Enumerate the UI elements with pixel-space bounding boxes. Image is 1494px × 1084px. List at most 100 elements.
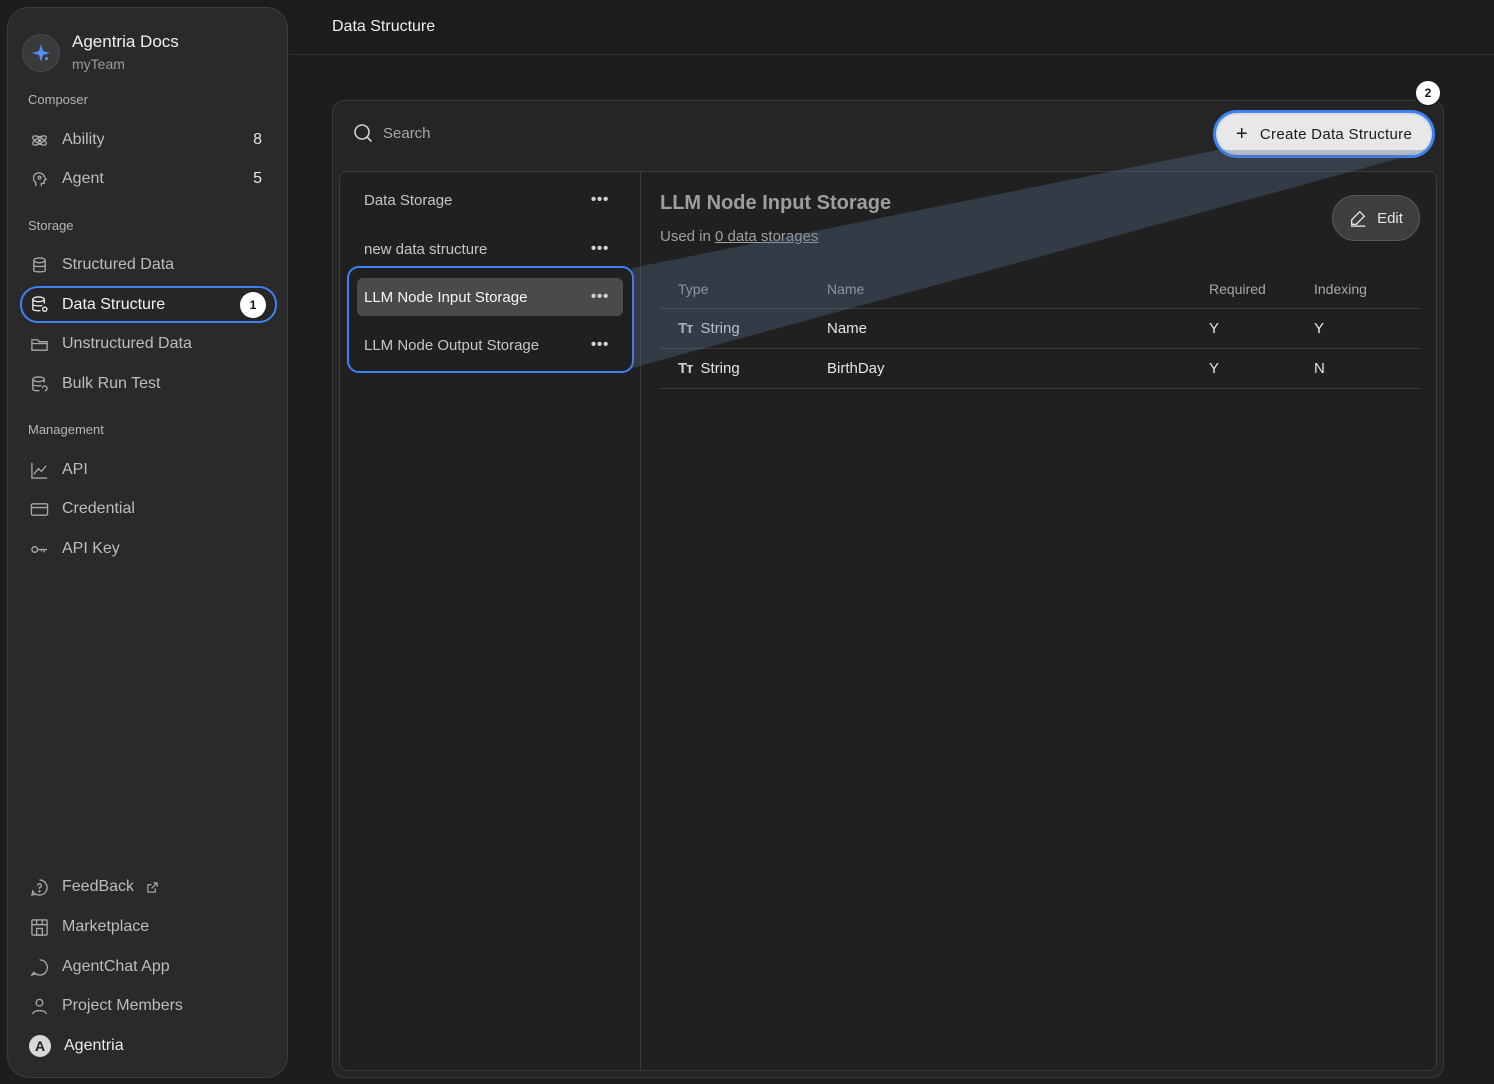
- list-item-label: LLM Node Input Storage: [364, 288, 528, 306]
- sidebar-item-data-structure[interactable]: Data Structure 1: [20, 286, 277, 323]
- sidebar-item-credential[interactable]: Credential: [20, 491, 276, 527]
- sidebar-item-label: Agent: [62, 170, 104, 187]
- used-in-text: Used in 0 data storages: [660, 228, 818, 245]
- search-bar[interactable]: [353, 123, 683, 143]
- table-row[interactable]: Tт String Name Y Y: [660, 308, 1420, 349]
- header: Data Structure: [290, 0, 1494, 55]
- external-link-icon: [146, 881, 159, 894]
- step-badge-2: 2: [1414, 79, 1442, 107]
- create-data-structure-button[interactable]: + Create Data Structure: [1213, 110, 1435, 158]
- more-options-icon[interactable]: •••: [591, 240, 609, 258]
- main-panel: + Create Data Structure 2 Data Storage •…: [332, 79, 1444, 1078]
- sidebar-item-api[interactable]: API: [20, 452, 276, 488]
- sidebar-item-agentchat-app[interactable]: AgentChat App: [20, 949, 276, 985]
- edit-button[interactable]: Edit: [1332, 195, 1420, 241]
- database-gear-icon: [29, 295, 49, 315]
- search-input[interactable]: [383, 124, 683, 142]
- structure-list: Data Storage ••• new data structure ••• …: [340, 172, 641, 1070]
- user-icon: [29, 996, 49, 1016]
- folder-icon: [29, 334, 49, 354]
- list-item-llm-node-input-storage[interactable]: LLM Node Input Storage •••: [357, 278, 623, 316]
- brand-title: Agentria Docs: [72, 32, 179, 51]
- sidebar-item-unstructured-data[interactable]: Unstructured Data: [20, 326, 276, 362]
- avatar: A: [29, 1035, 51, 1057]
- used-in-prefix: Used in: [660, 228, 716, 245]
- more-options-icon[interactable]: •••: [591, 191, 609, 209]
- field-required: Y: [1209, 308, 1314, 349]
- list-item-llm-node-output-storage[interactable]: LLM Node Output Storage •••: [357, 326, 623, 364]
- database-refresh-icon: [29, 374, 49, 394]
- chart-line-icon: [29, 460, 49, 480]
- sparkle-logo-icon: [22, 33, 60, 72]
- brand-team: myTeam: [72, 56, 125, 72]
- ability-icon: [29, 130, 49, 150]
- sidebar-item-ability[interactable]: Ability 8: [20, 122, 276, 158]
- help-circle-icon: [29, 877, 49, 897]
- pencil-icon: [1350, 210, 1366, 227]
- section-composer: Composer: [28, 92, 88, 107]
- list-item-label: Data Storage: [364, 191, 453, 209]
- edit-label: Edit: [1377, 209, 1403, 227]
- list-item-label: LLM Node Output Storage: [364, 336, 540, 354]
- data-storages-link[interactable]: 0 data storages: [715, 228, 818, 245]
- ability-count: 8: [253, 131, 262, 148]
- list-item-new-data-structure[interactable]: new data structure •••: [357, 230, 623, 268]
- type-cell: Tт String: [660, 348, 827, 389]
- sidebar-item-label: Marketplace: [62, 918, 150, 935]
- structure-detail: LLM Node Input Storage Used in 0 data st…: [642, 172, 1436, 1070]
- field-name: BirthDay: [827, 348, 1209, 389]
- more-options-icon[interactable]: •••: [591, 336, 609, 354]
- page-title: Data Structure: [332, 18, 436, 35]
- sidebar-item-label: Ability: [62, 131, 105, 148]
- step-badge-1: 1: [240, 291, 266, 318]
- sidebar-item-label: Bulk Run Test: [62, 375, 161, 392]
- text-type-icon: Tт: [678, 359, 693, 377]
- fields-table: Type Name Required Indexing Tт String Nam…: [660, 270, 1420, 389]
- more-options-icon[interactable]: •••: [591, 288, 609, 306]
- search-icon: [353, 123, 373, 143]
- sidebar-item-label: Credential: [62, 500, 135, 517]
- sidebar-item-structured-data[interactable]: Structured Data: [20, 247, 276, 283]
- key-icon: [29, 539, 49, 559]
- sidebar-item-agent[interactable]: Agent 5: [20, 161, 276, 197]
- field-indexing: N: [1314, 348, 1420, 389]
- column-header-indexing: Indexing: [1314, 270, 1420, 309]
- list-item-data-storage[interactable]: Data Storage •••: [357, 181, 623, 219]
- sidebar-item-label: Structured Data: [62, 256, 175, 273]
- sidebar-item-marketplace[interactable]: Marketplace: [20, 909, 276, 945]
- column-header-required: Required: [1209, 270, 1314, 309]
- sidebar-item-label: Unstructured Data: [62, 335, 192, 352]
- sidebar-item-label: API: [62, 461, 88, 478]
- field-type: String: [700, 319, 740, 337]
- text-type-icon: Tт: [678, 319, 693, 337]
- type-cell: Tт String: [660, 308, 827, 349]
- sidebar-item-label: Data Structure: [62, 295, 166, 313]
- field-type: String: [700, 359, 740, 377]
- sidebar-item-label: Project Members: [62, 997, 183, 1014]
- section-storage: Storage: [28, 218, 74, 233]
- sidebar-item-feedback[interactable]: FeedBack: [20, 869, 276, 905]
- sidebar-item-label: API Key: [62, 540, 120, 557]
- store-icon: [29, 917, 49, 937]
- brand[interactable]: Agentria Docs myTeam: [22, 32, 179, 73]
- sidebar-item-label: AgentChat App: [62, 958, 170, 975]
- field-indexing: Y: [1314, 308, 1420, 349]
- column-header-type: Type: [660, 270, 827, 309]
- create-button-label: Create Data Structure: [1259, 125, 1413, 143]
- agent-icon: [29, 169, 49, 189]
- sidebar-item-bulk-run-test[interactable]: Bulk Run Test: [20, 366, 276, 402]
- list-item-label: new data structure: [364, 240, 488, 258]
- sidebar-item-api-key[interactable]: API Key: [20, 531, 276, 567]
- sidebar-item-project-members[interactable]: Project Members: [20, 988, 276, 1024]
- sidebar: Agentria Docs myTeam Composer Ability 8 …: [7, 7, 288, 1078]
- table-header-row: Type Name Required Indexing: [660, 270, 1420, 309]
- detail-title: LLM Node Input Storage: [660, 192, 892, 214]
- plus-icon: +: [1235, 123, 1248, 145]
- content-area: Data Storage ••• new data structure ••• …: [339, 171, 1437, 1071]
- table-row[interactable]: Tт String BirthDay Y N: [660, 348, 1420, 389]
- sidebar-item-account[interactable]: A Agentria: [20, 1028, 276, 1064]
- field-name: Name: [827, 308, 1209, 349]
- agent-count: 5: [253, 170, 262, 187]
- card-icon: [29, 499, 49, 519]
- section-management: Management: [28, 422, 104, 437]
